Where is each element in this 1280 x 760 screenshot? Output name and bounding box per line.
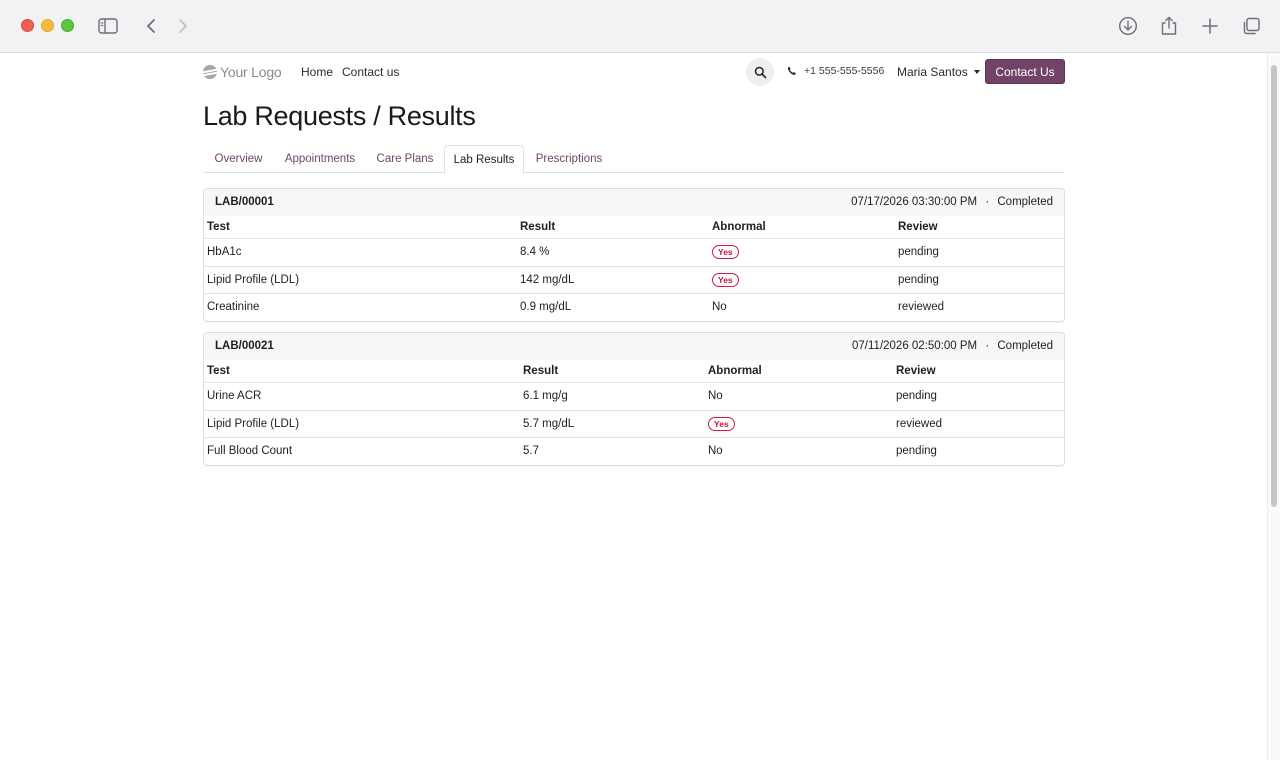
column-header-result: Result	[520, 221, 556, 233]
lab-meta: 07/11/2026 02:50:00 PM · Completed	[852, 340, 1053, 352]
column-header-test: Test	[207, 221, 230, 233]
test-result: 6.1 mg/g	[523, 390, 568, 403]
share-icon[interactable]	[1156, 13, 1182, 39]
review-status: pending	[896, 390, 937, 403]
logo-icon	[203, 65, 217, 79]
separator: ·	[985, 196, 990, 208]
tab-overview[interactable]: Overview	[203, 145, 274, 173]
phone-link[interactable]: +1 555-555-5556	[787, 65, 884, 77]
test-result: 8.4 %	[520, 246, 550, 259]
abnormal-value: No	[708, 445, 723, 458]
lab-card: LAB/00021 07/11/2026 02:50:00 PM · Compl…	[203, 332, 1065, 466]
lab-id: LAB/00001	[215, 196, 274, 208]
abnormal-badge: Yes	[712, 272, 739, 287]
user-menu[interactable]: Maria Santos	[897, 65, 980, 79]
test-name: Full Blood Count	[207, 445, 293, 458]
contact-us-button[interactable]: Contact Us	[985, 59, 1065, 84]
test-result: 5.7	[523, 445, 539, 458]
column-header-abnormal: Abnormal	[708, 365, 762, 377]
search-icon	[754, 66, 766, 78]
lab-datetime: 07/11/2026 02:50:00 PM	[852, 340, 978, 352]
table-header-row: Test Result Abnormal Review	[204, 216, 1064, 238]
nav-contact-link[interactable]: Contact us	[342, 65, 399, 79]
test-result: 0.9 mg/dL	[520, 301, 572, 314]
forward-icon[interactable]	[170, 13, 196, 39]
lab-card-header: LAB/00001 07/17/2026 03:30:00 PM · Compl…	[204, 189, 1064, 216]
separator: ·	[985, 340, 990, 352]
table-row: Urine ACR 6.1 mg/g No pending	[204, 382, 1064, 410]
lab-status: Completed	[997, 196, 1053, 208]
test-name: Lipid Profile (LDL)	[207, 417, 300, 430]
tab-appointments[interactable]: Appointments	[274, 145, 366, 173]
review-status: reviewed	[898, 301, 945, 314]
column-header-review: Review	[898, 221, 938, 233]
test-name: Lipid Profile (LDL)	[207, 273, 300, 286]
page-scrollbar[interactable]	[1267, 53, 1280, 760]
page-title: Lab Requests / Results	[203, 101, 476, 131]
tab-prescriptions[interactable]: Prescriptions	[524, 145, 614, 173]
tab-care-plans[interactable]: Care Plans	[366, 145, 444, 173]
phone-icon	[787, 66, 796, 75]
user-name: Maria Santos	[897, 65, 968, 79]
sidebar-toggle-icon[interactable]	[95, 13, 121, 39]
abnormal-badge: Yes	[708, 416, 735, 431]
table-row: Lipid Profile (LDL) 142 mg/dL Yes pendin…	[204, 265, 1064, 294]
review-status: pending	[896, 445, 937, 458]
nav-home-link[interactable]: Home	[301, 65, 333, 79]
tab-bar: Overview Appointments Care Plans Lab Res…	[203, 145, 1065, 174]
column-header-test: Test	[207, 365, 230, 377]
test-name: Creatinine	[207, 301, 260, 314]
chevron-down-icon	[973, 70, 980, 74]
abnormal-cell: Yes	[712, 239, 739, 266]
column-header-abnormal: Abnormal	[712, 221, 766, 233]
scrollbar-thumb[interactable]	[1271, 65, 1277, 507]
browser-toolbar	[0, 0, 1280, 53]
back-icon[interactable]	[138, 13, 164, 39]
abnormal-badge: Yes	[712, 245, 739, 260]
tab-overview-icon[interactable]	[1238, 13, 1264, 39]
table-row: HbA1c 8.4 % Yes pending	[204, 238, 1064, 266]
abnormal-cell: Yes	[708, 411, 735, 438]
close-window-button[interactable]	[21, 19, 34, 32]
abnormal-value: No	[712, 301, 727, 314]
lab-status: Completed	[997, 340, 1053, 352]
abnormal-value: No	[708, 390, 723, 403]
table-row: Full Blood Count 5.7 No pending	[204, 437, 1064, 465]
test-name: Urine ACR	[207, 390, 262, 403]
site-logo[interactable]: Your Logo	[203, 62, 282, 82]
test-result: 142 mg/dL	[520, 273, 575, 286]
tab-lab-results[interactable]: Lab Results	[444, 145, 524, 174]
review-status: reviewed	[896, 417, 943, 430]
logo-text: Your Logo	[220, 64, 282, 80]
new-tab-icon[interactable]	[1197, 13, 1223, 39]
column-header-result: Result	[523, 365, 559, 377]
test-result: 5.7 mg/dL	[523, 417, 575, 430]
lab-card: LAB/00001 07/17/2026 03:30:00 PM · Compl…	[203, 188, 1065, 322]
lab-id: LAB/00021	[215, 340, 274, 352]
lab-card-header: LAB/00021 07/11/2026 02:50:00 PM · Compl…	[204, 333, 1064, 360]
review-status: pending	[898, 273, 939, 286]
lab-datetime: 07/17/2026 03:30:00 PM	[851, 196, 978, 208]
test-name: HbA1c	[207, 246, 242, 259]
table-row: Lipid Profile (LDL) 5.7 mg/dL Yes review…	[204, 409, 1064, 438]
table-row: Creatinine 0.9 mg/dL No reviewed	[204, 293, 1064, 321]
table-header-row: Test Result Abnormal Review	[204, 360, 1064, 382]
lab-meta: 07/17/2026 03:30:00 PM · Completed	[851, 196, 1053, 208]
phone-number: +1 555-555-5556	[804, 65, 885, 77]
review-status: pending	[898, 246, 939, 259]
minimize-window-button[interactable]	[41, 19, 54, 32]
search-button[interactable]	[746, 58, 774, 86]
abnormal-cell: Yes	[712, 267, 739, 294]
column-header-review: Review	[896, 365, 936, 377]
zoom-window-button[interactable]	[61, 19, 74, 32]
download-icon[interactable]	[1115, 13, 1141, 39]
